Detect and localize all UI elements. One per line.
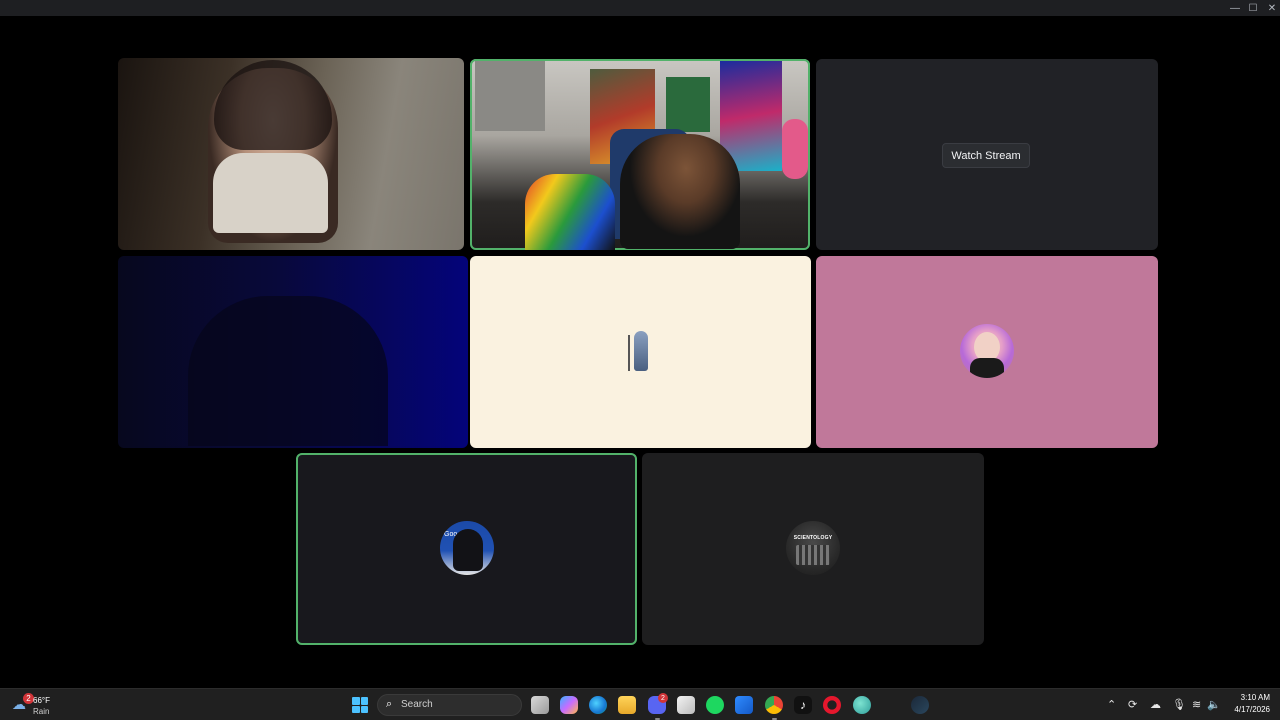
avatar-tile-hooded[interactable]: Goo <box>296 453 637 645</box>
screen-share-tile[interactable]: Watch Stream <box>816 59 1158 250</box>
clock-date[interactable]: 4/17/2026 <box>1222 705 1270 714</box>
onedrive-icon[interactable]: ☁ <box>1150 698 1161 711</box>
weather-widget[interactable]: ☁ 2 66°F Rain <box>10 692 70 718</box>
participant-shirt <box>213 153 328 233</box>
wall-poster <box>666 77 710 132</box>
sync-icon[interactable]: ⟳ <box>1128 698 1137 711</box>
windows-logo-quad <box>352 697 360 705</box>
statue-avatar <box>614 325 668 379</box>
staff-shape <box>628 335 630 371</box>
participant-video <box>620 134 740 249</box>
watch-stream-button[interactable]: Watch Stream <box>942 143 1030 168</box>
windows-logo-quad <box>360 697 368 705</box>
wall-poster <box>475 61 545 131</box>
pink-avatar <box>960 324 1014 378</box>
call-stage: Watch Stream Goo SCIENTOLOGY <box>0 16 1280 688</box>
windows-logo-quad <box>360 705 368 713</box>
video-tile-dark[interactable] <box>118 256 468 448</box>
building-avatar: SCIENTOLOGY <box>786 521 840 575</box>
close-button[interactable]: ✕ <box>1262 0 1280 16</box>
windows-logo-quad <box>352 705 360 713</box>
windows-taskbar: ☁ 2 66°F Rain ⌕ Search 2 ♪ ⌃ ⟳ ☁ 🎙 ≋ 🔈 3… <box>0 688 1280 720</box>
spotify-icon[interactable] <box>706 696 724 714</box>
avatar-overlay-text: SCIENTOLOGY <box>793 535 833 541</box>
title-bar: — ☐ ✕ <box>0 0 1280 16</box>
weather-temperature: 66°F <box>33 696 50 705</box>
tiktok-icon[interactable]: ♪ <box>794 696 812 714</box>
taskbar-search[interactable]: ⌕ Search <box>377 694 522 716</box>
edge-icon[interactable] <box>589 696 607 714</box>
minimize-button[interactable]: — <box>1225 0 1245 16</box>
search-icon: ⌕ <box>386 698 393 710</box>
wifi-icon[interactable]: ≋ <box>1192 698 1201 711</box>
chrome-icon[interactable] <box>765 696 783 714</box>
volume-icon[interactable]: 🔈 <box>1207 698 1221 711</box>
chevron-up-icon[interactable]: ⌃ <box>1107 698 1116 711</box>
steam-icon[interactable] <box>911 696 929 714</box>
avatar-tile-building[interactable]: SCIENTOLOGY <box>642 453 984 645</box>
globe-app-icon[interactable] <box>853 696 871 714</box>
clock-time[interactable]: 3:10 AM <box>1228 693 1270 702</box>
task-view-icon[interactable] <box>531 696 549 714</box>
avatar-hood <box>453 529 483 571</box>
maximize-button[interactable]: ☐ <box>1243 0 1263 16</box>
participant-video <box>188 296 388 446</box>
video-tile-speaking[interactable] <box>470 59 810 250</box>
discord-badge: 2 <box>658 693 668 703</box>
video-tile-woman[interactable] <box>118 58 464 250</box>
file-explorer-icon[interactable] <box>618 696 636 714</box>
start-button[interactable] <box>352 697 368 713</box>
weather-condition: Rain <box>33 707 50 716</box>
hooded-avatar: Goo <box>440 521 494 575</box>
store-icon[interactable] <box>677 696 695 714</box>
colorful-jacket <box>525 174 615 250</box>
avatar-tile-statue[interactable] <box>470 256 811 448</box>
opera-icon[interactable] <box>823 696 841 714</box>
microphone-icon[interactable]: 🎙 <box>1172 698 1186 711</box>
statue-shape <box>634 331 648 371</box>
avatar-body <box>970 358 1004 378</box>
mail-icon[interactable] <box>735 696 753 714</box>
participant-hair <box>214 60 332 150</box>
search-placeholder: Search <box>401 699 433 710</box>
copilot-icon[interactable] <box>560 696 578 714</box>
avatar-building <box>796 545 830 565</box>
wall-poster <box>782 119 808 179</box>
avatar-tile-pink[interactable] <box>816 256 1158 448</box>
